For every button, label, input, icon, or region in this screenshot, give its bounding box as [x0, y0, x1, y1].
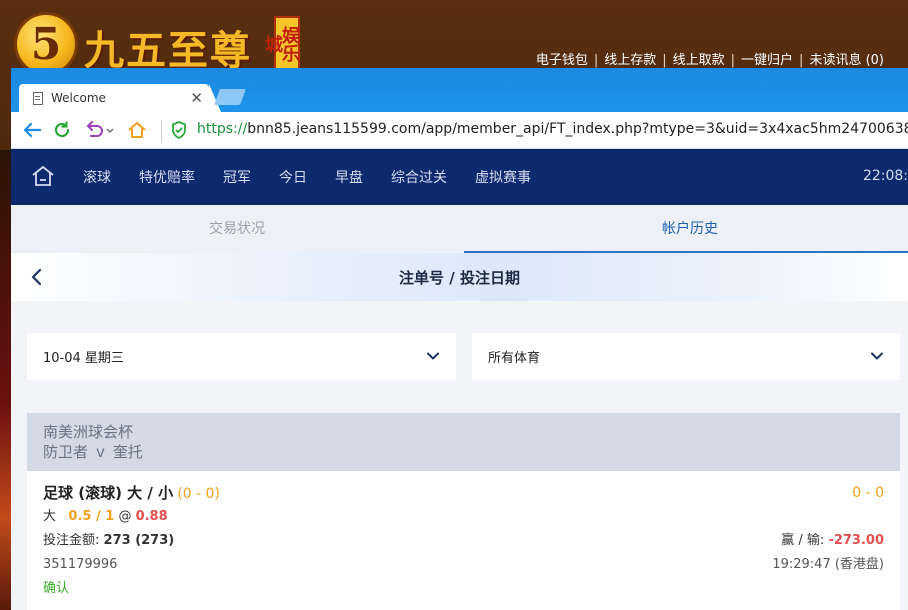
nav-in-play[interactable]: 滚球	[83, 167, 111, 187]
link-one-click-transfer[interactable]: 一键归户	[741, 53, 793, 68]
browser-tab-welcome[interactable]: Welcome ✕	[19, 84, 221, 112]
close-icon[interactable]: ✕	[190, 89, 203, 107]
nav-clock: 22:08:	[862, 168, 908, 184]
browser-address-bar: https://bnn85.jeans115599.com/app/member…	[11, 112, 908, 149]
nav-outrights[interactable]: 冠军	[223, 167, 251, 187]
bet-type-row: 足球 (滚球) 大 / 小 (0 - 0) 0 - 0	[43, 481, 884, 505]
current-score: 0 - 0	[852, 485, 884, 501]
site-top-links: 电子钱包 | 线上存款 | 线上取款 | 一键归户 | 未读讯息 (0)	[536, 49, 884, 68]
link-separator: |	[593, 53, 599, 68]
tab-transactions[interactable]: 交易状况	[11, 205, 463, 253]
sub-tabs: 交易状况 帐户历史	[11, 205, 908, 253]
nav-early[interactable]: 早盘	[335, 167, 363, 187]
stake-value: 273 (273)	[103, 533, 175, 548]
app-top-nav: 滚球 特优赔率 冠军 今日 早盘 综合过关 虚拟赛事 22:08:	[11, 149, 908, 205]
link-separator: |	[730, 53, 736, 68]
sport-select[interactable]: 所有体育	[472, 333, 900, 380]
status-badge: 确认	[43, 581, 70, 596]
home-page-icon[interactable]	[125, 118, 149, 142]
bet-card-body: 足球 (滚球) 大 / 小 (0 - 0) 0 - 0 大 0.5 / 1 @ …	[27, 471, 900, 610]
bet-score: (0 - 0)	[177, 486, 220, 502]
handicap: 0.5 / 1	[68, 509, 115, 524]
vs-label: v	[96, 443, 105, 461]
site-logo-icon: 5	[14, 12, 78, 76]
bet-type: 足球 (滚球) 大 / 小	[43, 484, 174, 502]
ticket-id: 351179996	[43, 557, 118, 572]
link-unread-messages[interactable]: 未读讯息 (0)	[809, 53, 884, 68]
app-nav-items: 滚球 特优赔率 冠军 今日 早盘 综合过关 虚拟赛事	[83, 149, 559, 205]
nav-today[interactable]: 今日	[279, 167, 307, 187]
link-separator: |	[799, 53, 804, 68]
url-input[interactable]: https://bnn85.jeans115599.com/app/member…	[197, 121, 908, 137]
site-logo-badge: 娱乐城	[262, 16, 300, 70]
date-select-value: 10-04 星期三	[43, 351, 124, 366]
shield-icon	[169, 118, 189, 142]
result-value: -273.00	[828, 533, 884, 548]
undo-history-icon[interactable]	[83, 118, 117, 142]
bet-card-header: 南美洲球会杯 防卫者 v 奎托	[27, 413, 900, 471]
browser-tab-bar: Welcome ✕	[11, 68, 908, 112]
league-name: 南美洲球会杯	[43, 423, 134, 441]
away-team: 奎托	[112, 443, 143, 461]
chevron-down-icon	[426, 349, 440, 363]
link-online-deposit[interactable]: 线上存款	[604, 53, 656, 68]
filter-area: 10-04 星期三 所有体育	[11, 301, 908, 413]
link-online-withdraw[interactable]: 线上取款	[673, 53, 725, 68]
nav-parlay[interactable]: 综合过关	[391, 167, 447, 187]
chevron-down-icon	[870, 349, 884, 363]
selection-row: 大 0.5 / 1 @ 0.88	[43, 505, 884, 529]
stake-label: 投注金额:	[43, 533, 100, 548]
link-separator: |	[662, 53, 667, 68]
nav-virtual[interactable]: 虚拟赛事	[475, 167, 531, 187]
home-icon[interactable]	[31, 164, 55, 188]
stake-row: 投注金额: 273 (273) 赢 / 输: -273.00	[43, 529, 884, 553]
odds: 0.88	[135, 509, 168, 524]
url-scheme: https://	[197, 121, 248, 137]
date-select[interactable]: 10-04 星期三	[27, 333, 456, 380]
result-label: 赢 / 输:	[781, 533, 825, 548]
page-icon	[33, 91, 43, 105]
status-row: 确认	[43, 577, 884, 601]
page-title-bar: 注单号 / 投注日期	[11, 253, 908, 301]
back-arrow-icon[interactable]	[21, 118, 43, 142]
page-title: 注单号 / 投注日期	[399, 269, 520, 287]
ticket-row: 351179996 19:29:47 (香港盘)	[43, 553, 884, 577]
selection: 大	[43, 509, 57, 524]
sport-select-value: 所有体育	[488, 351, 541, 366]
bet-time: 19:29:47 (香港盘)	[772, 557, 884, 572]
url-path: bnn85.jeans115599.com/app/member_api/FT_…	[247, 121, 908, 137]
at-sign: @	[118, 509, 132, 524]
tab-account-history[interactable]: 帐户历史	[464, 205, 908, 253]
link-e-wallet[interactable]: 电子钱包	[536, 53, 588, 68]
refresh-icon[interactable]	[51, 118, 73, 142]
address-separator	[161, 120, 162, 142]
new-tab-button[interactable]	[214, 89, 246, 105]
browser-tab-title: Welcome	[51, 91, 106, 105]
browser-window: Welcome ✕ https://bnn85.jeans115599.com/…	[11, 68, 908, 610]
match-teams: 防卫者 v 奎托	[43, 442, 884, 462]
home-team: 防卫者	[43, 443, 89, 461]
nav-special-odds[interactable]: 特优赔率	[139, 167, 195, 187]
